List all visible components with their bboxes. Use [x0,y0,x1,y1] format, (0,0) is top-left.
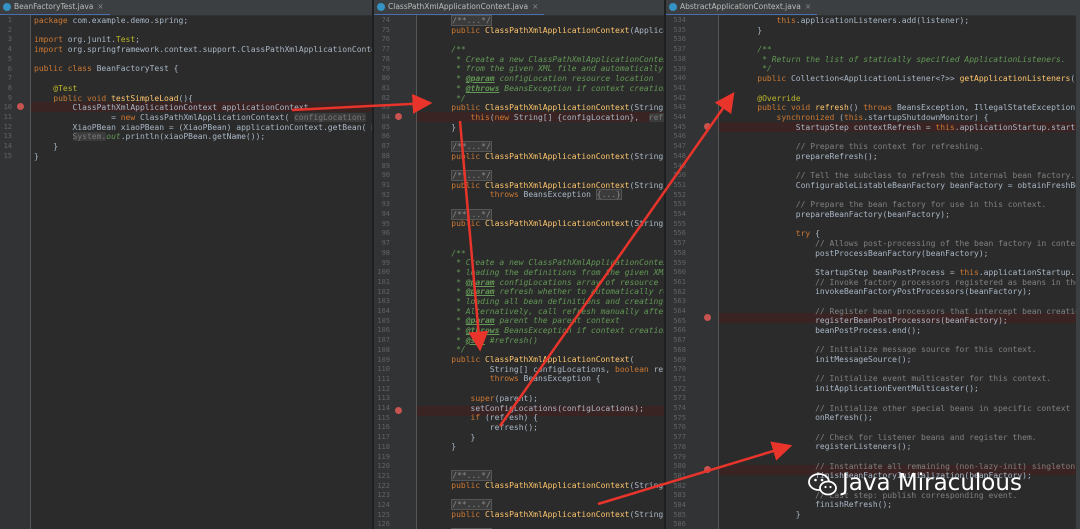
annotation-arrows [291,91,793,506]
arrow-refresh-to-abstract [498,91,735,427]
watermark: Java Miraculous [808,468,1058,502]
watermark-text: Java Miraculous [842,470,1022,496]
wechat-icon [808,473,837,496]
arrow-this-to-full-constructor [458,120,489,352]
arrow-call-to-constructor [291,93,433,114]
arrow-finish-to-bean-factory [597,441,793,506]
